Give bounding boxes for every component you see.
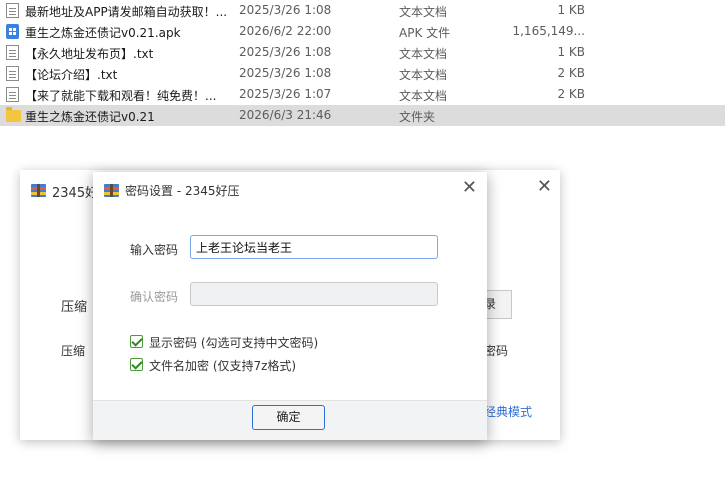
password-input[interactable]: [190, 235, 438, 259]
file-type: 文本文档: [399, 68, 448, 82]
file-type: 文件夹: [399, 110, 436, 124]
confirm-password-label: 确认密码: [130, 290, 179, 304]
text-file-icon: [6, 3, 19, 18]
file-size: 2 KB: [557, 87, 585, 101]
file-row[interactable]: 最新地址及APP请发邮箱自动获取！... 2025/3/26 1:08 文本文档 1 …: [0, 0, 725, 21]
show-password-label: 显示密码 (勾选可支持中文密码): [149, 336, 319, 350]
confirm-password-input[interactable]: [190, 282, 438, 306]
dialog-title: 密码设置 - 2345好压: [125, 184, 240, 198]
classic-mode-link[interactable]: 经典模式: [484, 403, 532, 420]
ok-button[interactable]: 确定: [252, 405, 325, 430]
file-type: 文本文档: [399, 47, 448, 61]
file-date: 2026/6/3 21:46: [239, 108, 332, 122]
text-file-icon: [6, 66, 19, 81]
file-name: 最新地址及APP请发邮箱自动获取！...: [25, 5, 228, 19]
show-password-checkbox[interactable]: [130, 335, 143, 348]
compress-format-label: 压缩: [61, 344, 86, 358]
file-name: 【来了就能下载和观看！纯免费！...: [25, 89, 217, 103]
file-date: 2025/3/26 1:08: [239, 45, 332, 59]
encrypt-filenames-label: 文件名加密 (仅支持7z格式): [149, 359, 297, 373]
file-row[interactable]: 重生之炼金还债记v0.21 2026/6/3 21:46 文件夹: [0, 105, 725, 126]
file-date: 2025/3/26 1:08: [239, 3, 332, 17]
encrypt-filenames-checkbox[interactable]: [130, 358, 143, 371]
text-file-icon: [6, 87, 19, 102]
password-label: 输入密码: [130, 243, 179, 257]
file-name: 【论坛介绍】.txt: [25, 68, 118, 82]
folder-icon: [6, 107, 21, 122]
file-row[interactable]: 【来了就能下载和观看！纯免费！... 2025/3/26 1:07 文本文档 2 KB: [0, 84, 725, 105]
file-name: 【永久地址发布页】.txt: [25, 47, 154, 61]
password-link-text[interactable]: 密码: [484, 342, 508, 359]
file-date: 2025/3/26 1:07: [239, 87, 332, 101]
file-size: 1 KB: [557, 3, 585, 17]
file-row[interactable]: 重生之炼金还债记v0.21.apk 2026/6/2 22:00 APK 文件 1,1…: [0, 21, 725, 42]
file-list: 最新地址及APP请发邮箱自动获取！... 2025/3/26 1:08 文本文档 1 …: [0, 0, 725, 126]
close-icon[interactable]: ✕: [462, 177, 477, 198]
file-name: 重生之炼金还债记v0.21.apk: [25, 26, 181, 40]
file-name: 重生之炼金还债记v0.21: [25, 110, 155, 124]
app-logo-icon: [103, 182, 120, 199]
file-size: 2 KB: [557, 66, 585, 80]
file-row[interactable]: 【论坛介绍】.txt 2025/3/26 1:08 文本文档 2 KB: [0, 63, 725, 84]
apk-file-icon: [6, 24, 19, 39]
file-size: 1 KB: [557, 45, 585, 59]
file-type: 文本文档: [399, 5, 448, 19]
compress-label: 压缩: [61, 300, 88, 315]
app-logo-icon: [30, 182, 47, 199]
text-file-icon: [6, 45, 19, 60]
file-type: APK 文件: [399, 26, 451, 40]
file-date: 2025/3/26 1:08: [239, 66, 332, 80]
password-settings-dialog: 密码设置 - 2345好压 ✕ 输入密码 确认密码 显示密码 (勾选可支持中文密…: [93, 172, 487, 440]
file-type: 文本文档: [399, 89, 448, 103]
file-date: 2026/6/2 22:00: [239, 24, 332, 38]
file-size: 1,165,149...: [512, 24, 585, 38]
app-window-title: 2345好: [52, 186, 99, 201]
file-row[interactable]: 【永久地址发布页】.txt 2025/3/26 1:08 文本文档 1 KB: [0, 42, 725, 63]
close-icon[interactable]: ✕: [537, 176, 552, 197]
